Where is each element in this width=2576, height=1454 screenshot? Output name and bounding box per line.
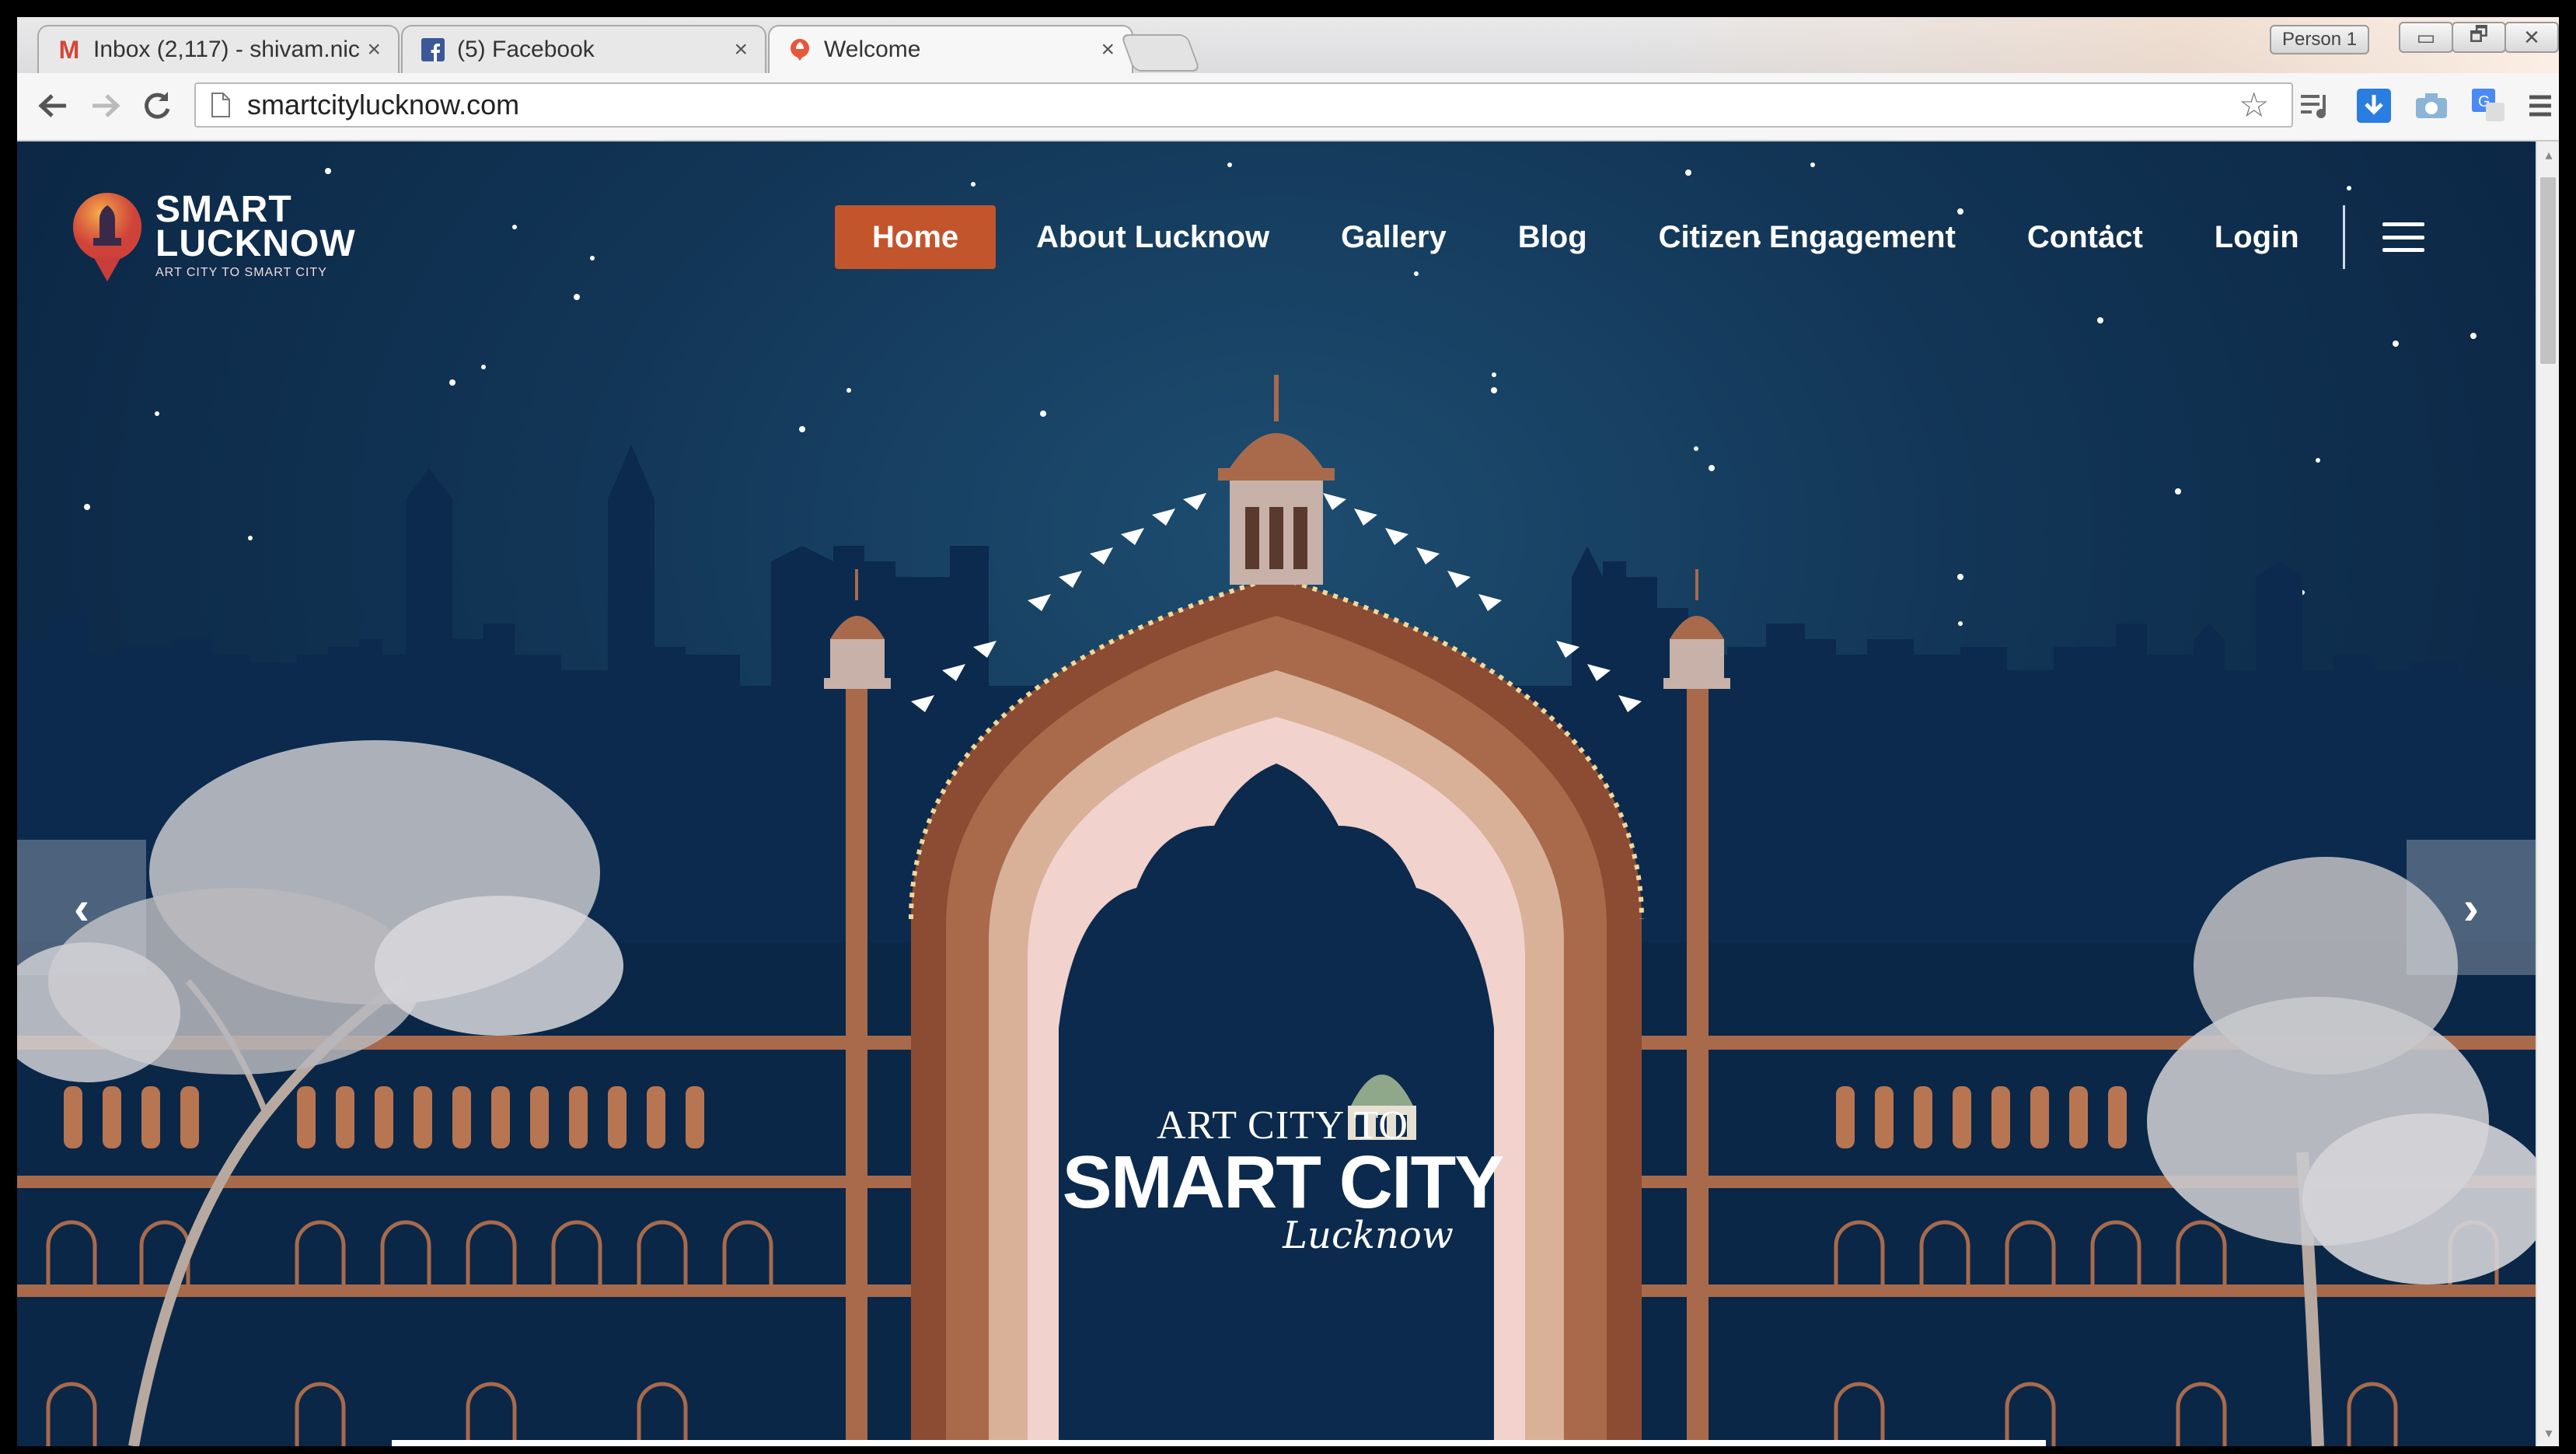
main-nav: Home About Lucknow Gallery Blog Citizen … [835, 205, 2424, 269]
minimize-button[interactable]: ▭ [2399, 22, 2453, 53]
tab-welcome[interactable]: Welcome × [768, 25, 1133, 73]
address-bar[interactable]: smartcitylucknow.com [194, 82, 2293, 128]
tab-title: (5) Facebook [457, 37, 595, 62]
logo-line-1: SMART [155, 189, 292, 230]
page-viewport: SMART LUCKNOW ART CITY TO SMART CITY Hom… [17, 142, 2536, 1446]
reload-icon [145, 92, 170, 119]
back-arrow-icon [38, 94, 66, 117]
url-text: smartcitylucknow.com [247, 89, 520, 121]
nav-citizen-engagement[interactable]: Citizen Engagement [1623, 205, 1991, 269]
bookmark-star-icon[interactable]: ☆ [2239, 86, 2269, 125]
slogan-line-2: SMART CITY [1062, 1141, 1505, 1224]
close-window-button[interactable]: ✕ [2504, 22, 2559, 53]
nav-blog[interactable]: Blog [1482, 205, 1623, 269]
nav-contact[interactable]: Contact [1991, 205, 2179, 269]
new-tab-button[interactable] [1120, 34, 1201, 72]
scroll-down-icon[interactable]: ▾ [2542, 1426, 2556, 1440]
site-icon [787, 37, 813, 63]
logo-tagline: ART CITY TO SMART CITY [155, 266, 327, 279]
tab-title: Inbox (2,117) - shivam.nicl [93, 37, 360, 62]
profile-button[interactable]: Person 1 [2270, 25, 2370, 54]
tab-title: Welcome [824, 37, 921, 62]
tab-gmail[interactable]: M Inbox (2,117) - shivam.nicl × [37, 25, 400, 73]
logo-pin-icon [73, 193, 141, 281]
nav-gallery[interactable]: Gallery [1305, 205, 1482, 269]
close-icon[interactable]: × [734, 37, 748, 63]
page-scrollbar[interactable]: ▴ ▾ [2536, 142, 2559, 1446]
close-icon[interactable]: × [367, 37, 381, 63]
translate-icon[interactable]: G [2470, 87, 2508, 124]
forward-arrow-icon [92, 94, 120, 117]
page-icon [204, 88, 238, 122]
nav-about-lucknow[interactable]: About Lucknow [1000, 205, 1305, 269]
facebook-icon [420, 37, 446, 63]
scroll-thumb[interactable] [2540, 177, 2556, 364]
logo-line-2: LUCKNOW [155, 223, 356, 264]
gmail-icon: M [58, 35, 80, 64]
reload-button[interactable] [137, 86, 177, 126]
hero-slogan: ART CITY TO SMART CITY Lucknow [1042, 1103, 1524, 1257]
tab-facebook[interactable]: (5) Facebook × [401, 25, 766, 73]
page-content-strip [392, 1440, 2046, 1446]
nav-login[interactable]: Login [2179, 205, 2335, 269]
hamburger-menu-icon[interactable] [2382, 222, 2424, 252]
slider-next-button[interactable]: › [2407, 840, 2536, 975]
tab-strip: M Inbox (2,117) - shivam.nicl × (5) Face… [17, 17, 2559, 73]
browser-toolbar: smartcitylucknow.com ☆ G [17, 73, 2559, 142]
close-icon[interactable]: × [1101, 37, 1115, 63]
slider-prev-button[interactable]: ‹ [17, 840, 146, 975]
nav-divider [2342, 205, 2345, 269]
back-button[interactable] [33, 86, 73, 126]
restore-button[interactable]: 🗗 [2452, 22, 2506, 53]
rumi-darwaza-gate [909, 375, 1644, 1446]
camera-icon[interactable] [2413, 87, 2450, 124]
browser-window: M Inbox (2,117) - shivam.nicl × (5) Face… [17, 17, 2559, 1446]
reading-list-icon[interactable] [2296, 87, 2333, 124]
scroll-up-icon[interactable]: ▴ [2542, 148, 2556, 162]
menu-icon[interactable] [2522, 87, 2559, 124]
nav-home[interactable]: Home [835, 205, 997, 269]
site-logo[interactable]: SMART LUCKNOW ART CITY TO SMART CITY [70, 190, 356, 283]
forward-button[interactable] [86, 86, 126, 126]
download-icon[interactable] [2355, 87, 2393, 124]
